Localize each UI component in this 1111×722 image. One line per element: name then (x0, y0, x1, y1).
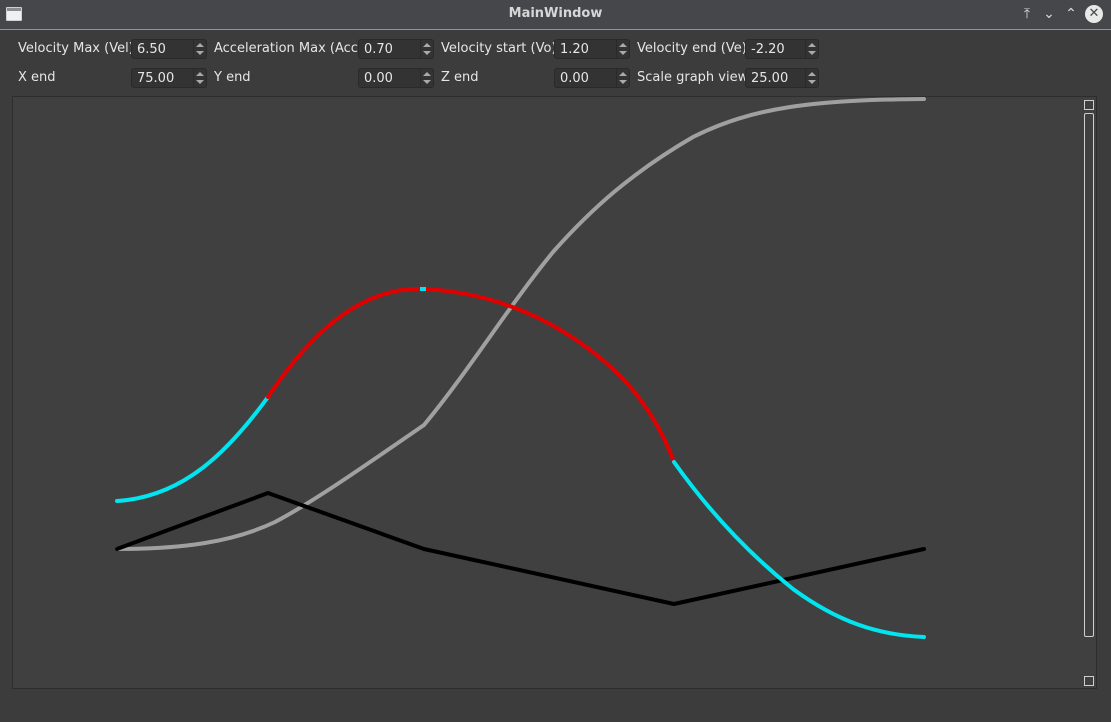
scale-graph-spinbox[interactable] (745, 68, 819, 88)
acceleration-max-input[interactable] (359, 40, 419, 58)
acceleration-max-stepper[interactable] (420, 40, 433, 58)
position-curve (115, 97, 926, 551)
x-end-label: X end (18, 70, 56, 85)
spin-up-icon[interactable] (619, 43, 627, 47)
spin-up-icon[interactable] (196, 72, 204, 76)
velocity-start-ramp (115, 395, 270, 503)
spin-down-icon[interactable] (423, 51, 431, 55)
scroll-down-button[interactable] (1084, 676, 1094, 686)
spin-down-icon[interactable] (619, 80, 627, 84)
vertical-scrollbar[interactable] (1084, 113, 1094, 637)
velocity-max-label: Velocity Max (Vel) (18, 41, 134, 56)
spin-down-icon[interactable] (619, 51, 627, 55)
acceleration-curve (115, 491, 926, 606)
velocity-end-label: Velocity end (Ve) (637, 41, 747, 56)
keep-above-icon[interactable]: ⤒ (1018, 5, 1036, 23)
z-end-stepper[interactable] (616, 69, 629, 87)
spin-down-icon[interactable] (808, 51, 816, 55)
velocity-mid-arc (266, 286, 676, 464)
y-end-input[interactable] (359, 69, 419, 87)
acceleration-max-label: Acceleration Max (Acc) (214, 41, 364, 56)
velocity-end-ramp (672, 460, 926, 639)
acceleration-max-spinbox[interactable] (358, 39, 434, 59)
velocity-end-spinbox[interactable] (745, 39, 819, 59)
maximize-icon[interactable]: ⌃ (1062, 5, 1080, 23)
spin-up-icon[interactable] (423, 72, 431, 76)
title-bar[interactable]: MainWindow ⤒ ⌄ ⌃ ✕ (0, 0, 1111, 30)
x-end-stepper[interactable] (193, 69, 206, 87)
y-end-label: Y end (214, 70, 251, 85)
x-end-input[interactable] (132, 69, 192, 87)
spin-down-icon[interactable] (196, 80, 204, 84)
spin-up-icon[interactable] (808, 43, 816, 47)
velocity-max-input[interactable] (132, 40, 192, 58)
motion-profile-plot (115, 97, 926, 639)
velocity-start-stepper[interactable] (616, 40, 629, 58)
spin-up-icon[interactable] (196, 43, 204, 47)
scale-graph-input[interactable] (746, 69, 804, 87)
scroll-up-button[interactable] (1084, 100, 1094, 110)
spin-down-icon[interactable] (423, 80, 431, 84)
y-end-spinbox[interactable] (358, 68, 434, 88)
velocity-start-label: Velocity start (Vo) (441, 41, 557, 56)
scale-graph-stepper[interactable] (805, 69, 818, 87)
velocity-end-input[interactable] (746, 40, 804, 58)
close-icon[interactable]: ✕ (1085, 5, 1103, 23)
spin-up-icon[interactable] (619, 72, 627, 76)
spin-down-icon[interactable] (808, 80, 816, 84)
scale-graph-label: Scale graph view (637, 70, 749, 85)
z-end-label: Z end (441, 70, 479, 85)
window-title: MainWindow (508, 6, 603, 21)
velocity-max-spinbox[interactable] (131, 39, 207, 59)
y-end-stepper[interactable] (420, 69, 433, 87)
spin-down-icon[interactable] (196, 51, 204, 55)
z-end-input[interactable] (555, 69, 615, 87)
parameter-panel: Velocity Max (Vel) Acceleration Max (Acc… (0, 30, 1111, 96)
velocity-max-stepper[interactable] (193, 40, 206, 58)
x-end-spinbox[interactable] (131, 68, 207, 88)
velocity-start-input[interactable] (555, 40, 615, 58)
spin-up-icon[interactable] (808, 72, 816, 76)
velocity-end-stepper[interactable] (805, 40, 818, 58)
graph-view[interactable] (12, 96, 1097, 689)
z-end-spinbox[interactable] (554, 68, 630, 88)
velocity-start-spinbox[interactable] (554, 39, 630, 59)
spin-up-icon[interactable] (423, 43, 431, 47)
minimize-icon[interactable]: ⌄ (1040, 5, 1058, 23)
